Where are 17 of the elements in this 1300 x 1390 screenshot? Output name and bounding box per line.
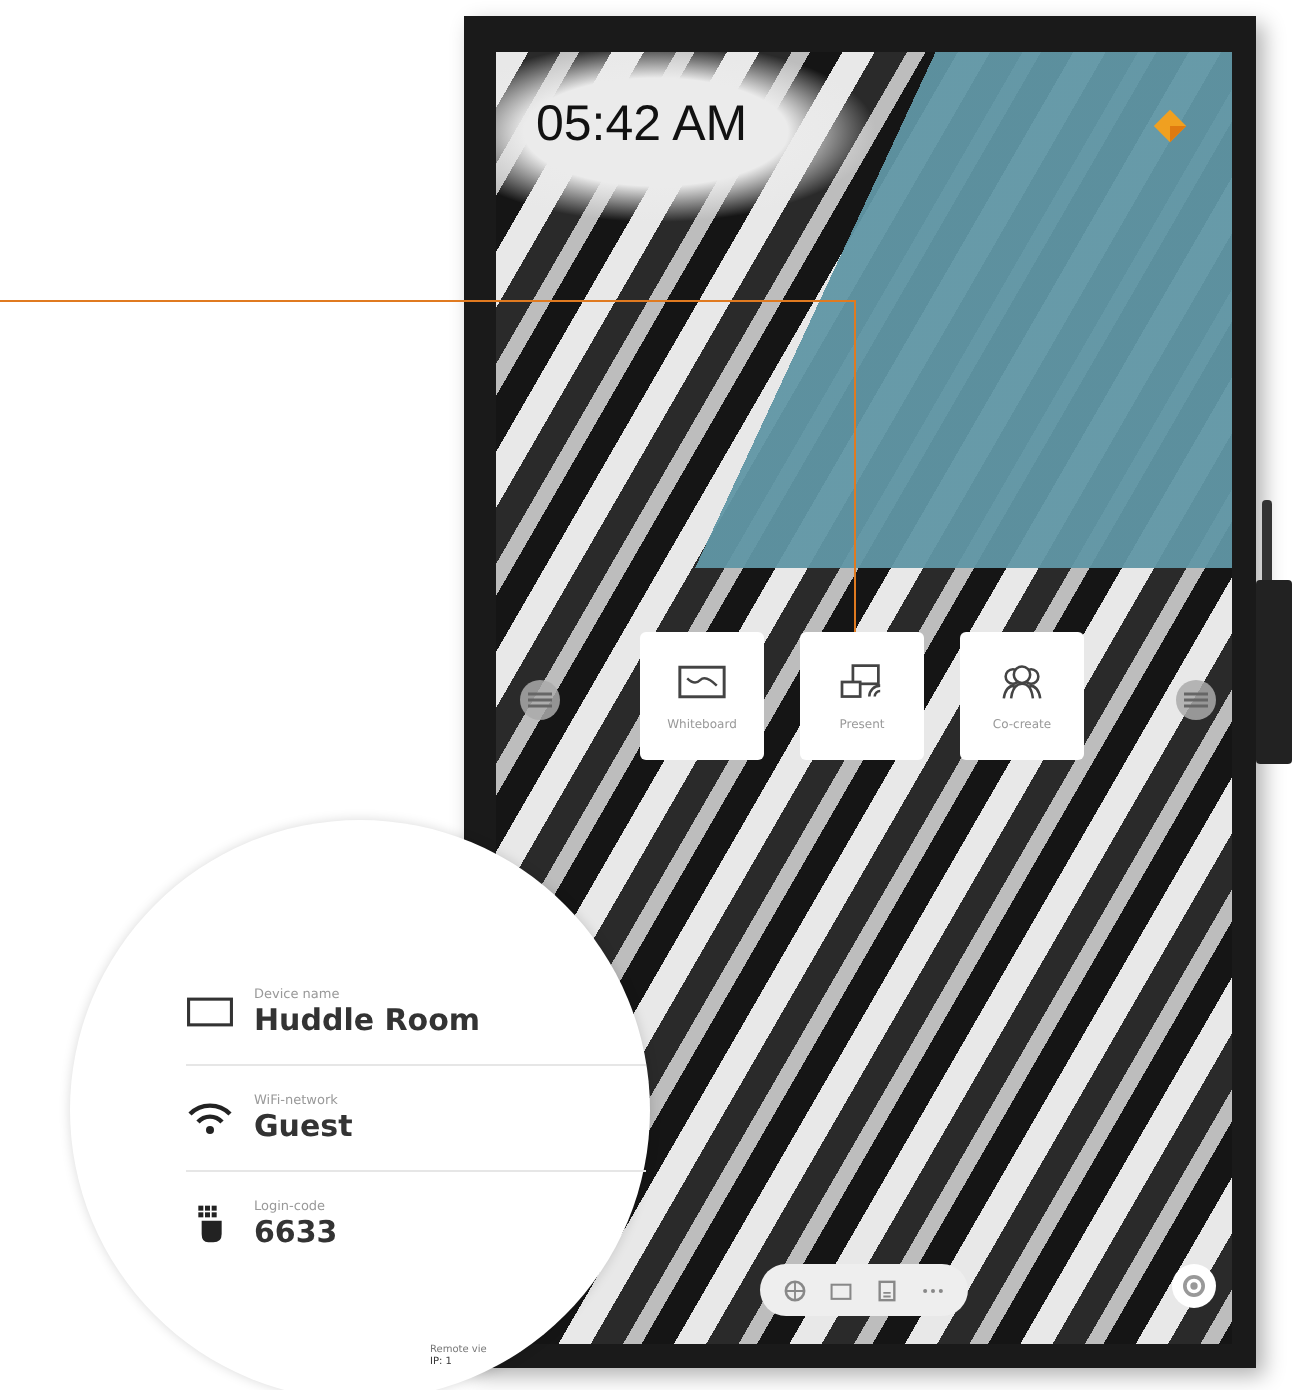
whiteboard-icon: [678, 661, 726, 701]
folder-icon[interactable]: [830, 1279, 852, 1301]
display-icon: [186, 992, 234, 1032]
document-icon[interactable]: [876, 1279, 898, 1301]
screen-share-icon: [838, 661, 886, 701]
wifi-icon: [186, 1098, 234, 1138]
people-icon: [998, 661, 1046, 701]
stylus-drawing: [1262, 500, 1272, 580]
field-value: 6633: [254, 1214, 338, 1250]
menu-handle-icon[interactable]: [520, 680, 560, 720]
globe-icon[interactable]: [784, 1279, 806, 1301]
field-value: Guest: [254, 1108, 353, 1144]
logo-icon: [1152, 108, 1188, 144]
menu-handle-icon[interactable]: [1176, 680, 1216, 720]
field-value: Huddle Room: [254, 1002, 481, 1038]
clock-time: 05:42 AM: [536, 96, 748, 154]
settings-icon[interactable]: [1172, 1264, 1216, 1308]
